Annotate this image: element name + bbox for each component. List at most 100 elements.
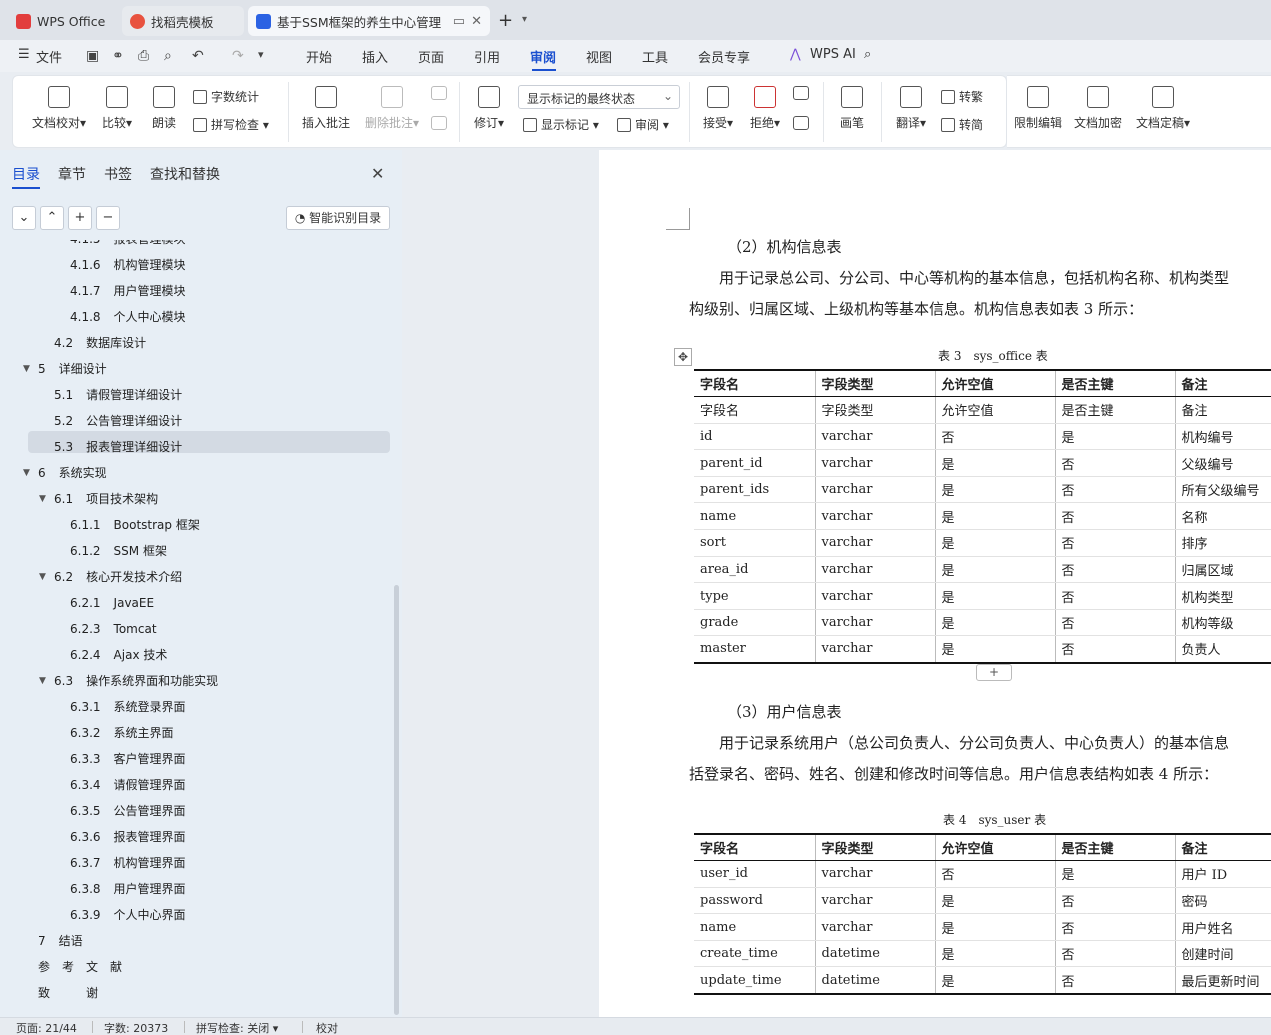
table-cell[interactable]: 用户姓名 xyxy=(1175,913,1271,941)
table-cell[interactable]: 是 xyxy=(935,449,1056,477)
table-cell[interactable]: 否 xyxy=(1055,635,1176,664)
toc-item[interactable]: 4.1.8 个人中心模块 xyxy=(70,305,186,329)
print-preview-icon[interactable]: ⌕ xyxy=(164,48,172,64)
table-cell[interactable]: varchar xyxy=(815,556,936,584)
review-pane-button[interactable]: 审阅 ▾ xyxy=(617,116,669,133)
table-cell[interactable]: 所有父级编号 xyxy=(1175,476,1271,504)
spell-check-button[interactable]: 拼写检查 ▾ xyxy=(193,116,269,133)
translate-button[interactable]: 翻译▾ xyxy=(891,86,931,131)
table-cell[interactable]: 密码 xyxy=(1175,887,1271,915)
spell-check-indicator[interactable]: 拼写检查: 关闭 ▾ xyxy=(196,1020,278,1035)
tab-bookmarks[interactable]: 书签 xyxy=(104,164,132,184)
table-cell[interactable]: grade xyxy=(694,609,816,637)
table-cell[interactable]: 否 xyxy=(935,423,1056,451)
doc-check-button[interactable]: 文档校对▾ xyxy=(29,86,89,131)
save-icon[interactable]: ▣ xyxy=(86,48,99,64)
toc-item[interactable]: 6.3.4 请假管理界面 xyxy=(70,773,186,797)
table-cell[interactable]: 用户 ID xyxy=(1175,860,1271,888)
table-cell[interactable]: 否 xyxy=(935,860,1056,888)
table-cell[interactable]: 否 xyxy=(1055,556,1176,584)
toc-item[interactable]: 5.1 请假管理详细设计 xyxy=(54,383,182,407)
toc-item[interactable]: ▼ 6.1 项目技术架构 xyxy=(39,487,158,511)
table-cell[interactable]: 字段类型 xyxy=(815,396,936,424)
toc-item[interactable]: 6.3.7 机构管理界面 xyxy=(70,851,186,875)
table-cell[interactable]: 是 xyxy=(935,582,1056,610)
table-cell[interactable]: 是否主键 xyxy=(1055,396,1176,424)
tab-find-replace[interactable]: 查找和替换 xyxy=(150,164,220,184)
table-cell[interactable]: id xyxy=(694,423,816,451)
table-cell[interactable]: type xyxy=(694,582,816,610)
table-cell[interactable]: varchar xyxy=(815,449,936,477)
table-cell[interactable]: varchar xyxy=(815,582,936,610)
compare-button[interactable]: 比较▾ xyxy=(97,86,137,131)
table-cell[interactable]: 是 xyxy=(935,940,1056,968)
undo-icon[interactable]: ↶ xyxy=(192,48,204,64)
table-cell[interactable]: 否 xyxy=(1055,940,1176,968)
link-icon[interactable]: ⚭ xyxy=(112,48,124,64)
read-aloud-button[interactable]: 朗读 xyxy=(147,86,181,131)
menu-reference[interactable]: 引用 xyxy=(474,47,500,66)
table-cell[interactable]: 是 xyxy=(935,529,1056,557)
toc-item[interactable]: 6.2.1 JavaEE xyxy=(70,591,154,615)
next-revision-button[interactable] xyxy=(789,116,813,136)
close-icon[interactable]: ✕ xyxy=(471,14,482,29)
menu-review[interactable]: 审阅 xyxy=(530,47,556,66)
toc-item[interactable]: 6.3.6 报表管理界面 xyxy=(70,825,186,849)
word-count-indicator[interactable]: 字数: 20373 xyxy=(104,1020,168,1035)
toc-item[interactable]: ▼ 6.3 操作系统界面和功能实现 xyxy=(39,669,218,693)
table-cell[interactable]: 否 xyxy=(1055,476,1176,504)
toc-item[interactable]: ▼ 6.2 核心开发技术介绍 xyxy=(39,565,182,589)
table-cell[interactable]: 否 xyxy=(1055,529,1176,557)
table-cell[interactable]: 否 xyxy=(1055,966,1176,995)
hamburger-icon[interactable]: ☰ xyxy=(18,47,30,62)
table-cell[interactable]: 创建时间 xyxy=(1175,940,1271,968)
chevron-down-icon[interactable]: ▾ xyxy=(522,14,527,25)
table-cell[interactable]: 否 xyxy=(1055,913,1176,941)
smart-toc-button[interactable]: ◔ 智能识别目录 xyxy=(286,206,390,230)
finalize-button[interactable]: 文档定稿▾ xyxy=(1133,86,1193,131)
wps-ai-icon[interactable]: ⋀ xyxy=(790,47,801,62)
new-tab-plus-icon[interactable]: + xyxy=(498,10,513,31)
table-cell[interactable]: 名称 xyxy=(1175,502,1271,531)
table-cell[interactable]: 否 xyxy=(1055,609,1176,637)
monitor-icon[interactable]: ▭ xyxy=(453,14,465,29)
menu-member[interactable]: 会员专享 xyxy=(698,47,750,66)
table-cell[interactable]: 备注 xyxy=(1175,833,1271,862)
table-cell[interactable]: varchar xyxy=(815,887,936,915)
toc-item[interactable]: 参 考 文 献 xyxy=(38,955,122,979)
table-cell[interactable]: 允许空值 xyxy=(935,833,1056,862)
expand-triangle-icon[interactable]: ▼ xyxy=(39,487,46,511)
table-cell[interactable]: 排序 xyxy=(1175,529,1271,557)
table-cell[interactable]: name xyxy=(694,502,816,531)
to-simplified-button[interactable]: 转简 xyxy=(941,116,983,133)
table-cell[interactable]: 是 xyxy=(935,502,1056,531)
tab-document[interactable]: 基于SSM框架的养生中心管理 ▭ ✕ xyxy=(248,6,490,36)
accept-button[interactable]: 接受▾ xyxy=(699,86,737,131)
print-icon[interactable]: ⎙ xyxy=(138,48,149,64)
redo-icon[interactable]: ↷ xyxy=(232,48,244,64)
menu-file[interactable]: 文件 xyxy=(36,47,62,66)
table-cell[interactable]: datetime xyxy=(815,940,936,968)
table-cell[interactable]: 是否主键 xyxy=(1055,833,1176,862)
table-cell[interactable]: 字段名 xyxy=(694,833,816,862)
toc-item[interactable]: 6.2.4 Ajax 技术 xyxy=(70,643,167,667)
show-markup-button[interactable]: 显示标记 ▾ xyxy=(523,116,599,133)
expand-down-button[interactable]: ⌄ xyxy=(12,206,36,230)
table-cell[interactable]: 备注 xyxy=(1175,396,1271,424)
table-cell[interactable]: varchar xyxy=(815,476,936,504)
table-cell[interactable]: varchar xyxy=(815,913,936,941)
table-cell[interactable]: master xyxy=(694,635,816,664)
table-cell[interactable]: update_time xyxy=(694,966,816,995)
table-cell[interactable]: 是 xyxy=(1055,423,1176,451)
tab-toc[interactable]: 目录 xyxy=(12,164,40,184)
toc-item[interactable]: 4.1.7 用户管理模块 xyxy=(70,279,186,303)
table-cell[interactable]: 是 xyxy=(935,887,1056,915)
table-cell[interactable]: password xyxy=(694,887,816,915)
expand-triangle-icon[interactable]: ▼ xyxy=(39,565,46,589)
toc-item[interactable]: ▼ 6 系统实现 xyxy=(23,461,107,485)
menu-view[interactable]: 视图 xyxy=(586,47,612,66)
table-cell[interactable]: varchar xyxy=(815,529,936,557)
table-cell[interactable]: 字段名 xyxy=(694,369,816,398)
table-cell[interactable]: 字段名 xyxy=(694,396,816,424)
add-heading-button[interactable]: + xyxy=(68,206,92,230)
